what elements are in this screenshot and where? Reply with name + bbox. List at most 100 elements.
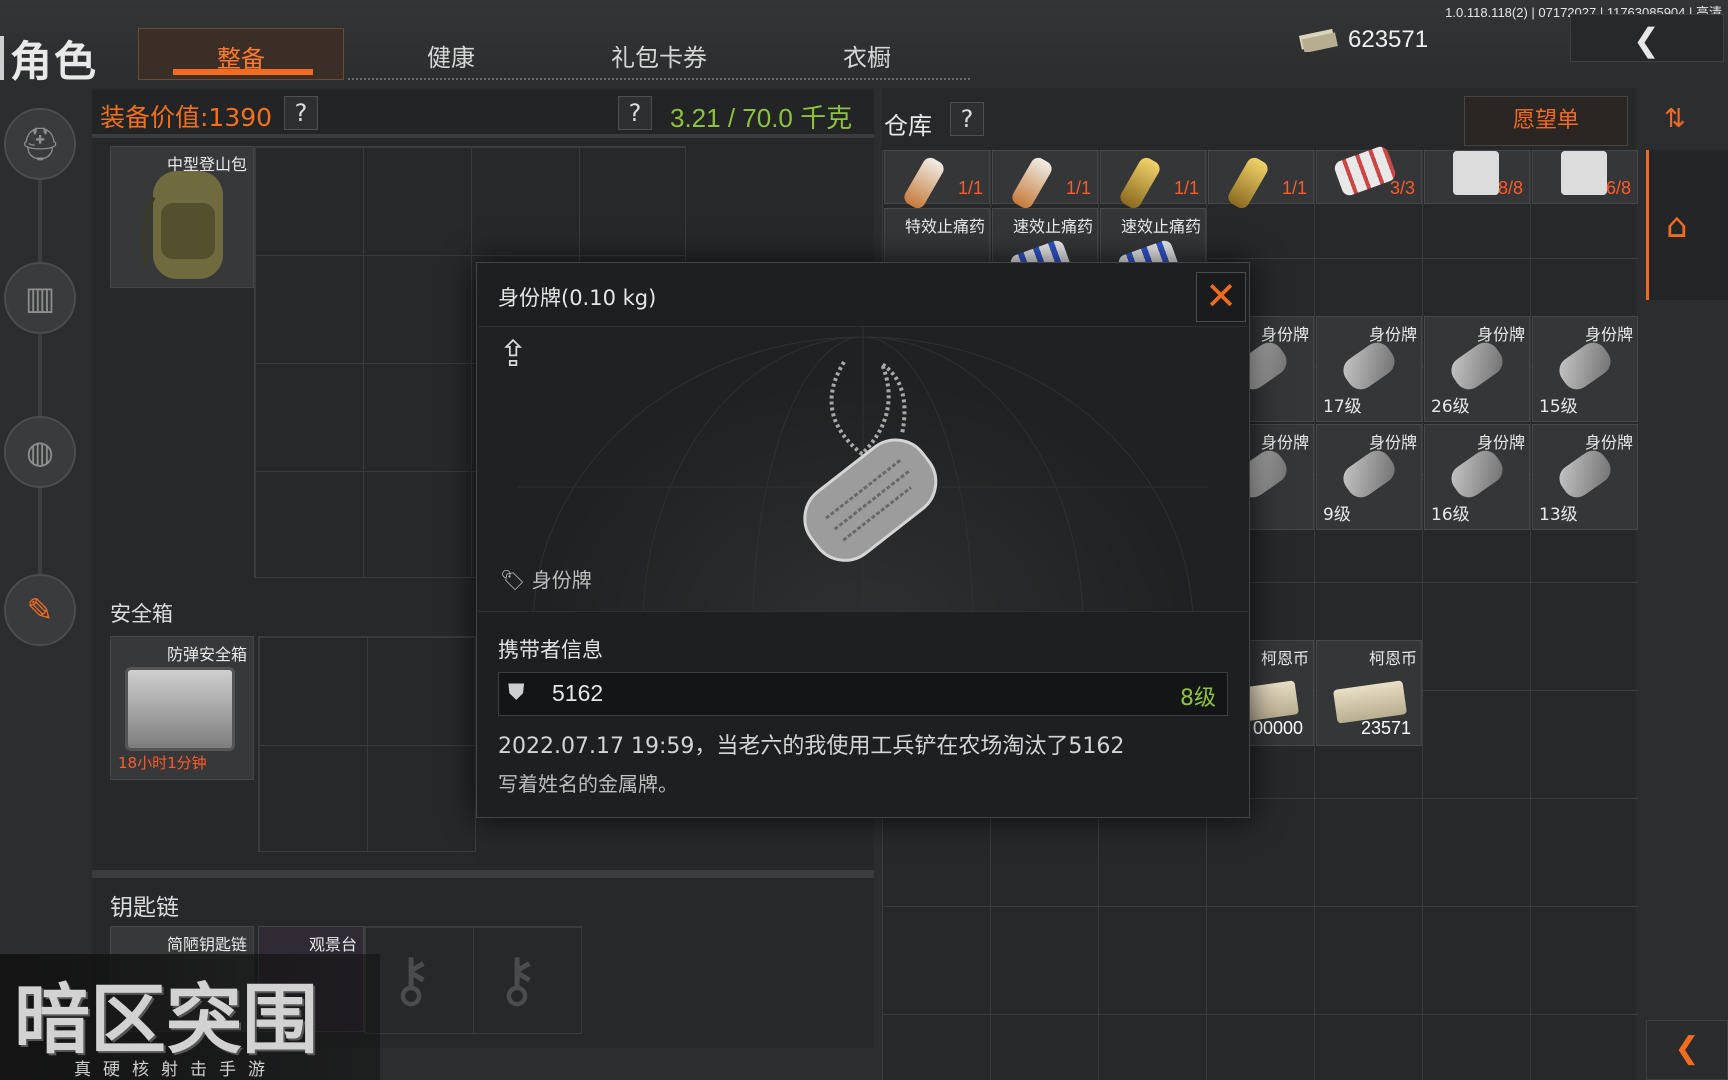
safe-box-grid[interactable] — [258, 636, 476, 852]
weight-help-button[interactable]: ? — [618, 96, 652, 130]
weight-readout: 3.21 / 70.0 千克 — [670, 103, 853, 133]
dogtag-image — [1337, 337, 1401, 395]
carrier-level: 8级 — [1180, 686, 1216, 711]
item-description: 写着姓名的金属牌。 — [498, 772, 678, 796]
cash-amount: 00000 — [1252, 718, 1303, 738]
key-icon: ⚷ — [495, 945, 539, 1015]
tab-wardrobe[interactable]: 衣橱 — [764, 28, 970, 80]
backpack-icon: ◍ — [26, 433, 54, 471]
collapse-button[interactable]: ❮ — [1646, 1020, 1728, 1080]
warehouse-title: 仓库 — [884, 112, 932, 140]
medkit-image — [1009, 154, 1055, 212]
backpack-image — [141, 171, 223, 279]
item-type-label: 身份牌 — [531, 568, 592, 592]
equipment-help-button[interactable]: ? — [284, 96, 318, 130]
warehouse-item[interactable]: 柯恩币 23571 — [1316, 640, 1422, 746]
tab-label: 衣橱 — [843, 44, 891, 72]
warehouse-item[interactable]: 1/1 — [884, 150, 990, 212]
stack-count: 3/3 — [1389, 178, 1415, 198]
keychain-heading: 钥匙链 — [110, 895, 179, 921]
stack-count: 6/8 — [1605, 178, 1631, 198]
back-arrow-icon: ❮ — [1633, 21, 1660, 59]
wishlist-button[interactable]: 愿望单 — [1464, 96, 1628, 146]
tag-icon: 🏷 — [500, 568, 532, 592]
tools-slot-button[interactable]: ✎ — [4, 574, 76, 646]
warehouse-item[interactable]: 身份牌 15级 — [1532, 316, 1638, 422]
warehouse-item[interactable]: 8/8 — [1424, 150, 1530, 204]
dogtag-image — [1553, 337, 1617, 395]
warehouse-item[interactable]: 3/3 — [1316, 144, 1422, 204]
item-name: 速效止痛药 — [1012, 217, 1093, 236]
home-icon[interactable]: ⌂ — [1666, 206, 1688, 246]
close-button[interactable]: ✕ — [1196, 272, 1246, 322]
dogtag-level: 13级 — [1539, 505, 1578, 525]
bottle-image — [1561, 151, 1607, 195]
warehouse-item[interactable]: 身份牌 16级 — [1424, 424, 1530, 530]
equipment-value: 装备价值:1390 — [100, 103, 273, 132]
section-divider — [92, 870, 874, 878]
vest-icon: ▥ — [24, 279, 56, 317]
title-accent-bar — [0, 36, 4, 80]
warehouse-item[interactable]: 6/8 — [1532, 150, 1638, 204]
tab-label: 健康 — [427, 44, 475, 72]
dogtag-level: 9级 — [1323, 505, 1351, 525]
carrier-info-row — [498, 672, 1228, 716]
item-name: 特效止痛药 — [904, 217, 985, 236]
vest-slot-button[interactable]: ▥ — [4, 262, 76, 334]
stack-count: 1/1 — [1065, 178, 1091, 198]
warehouse-item[interactable]: 身份牌 26级 — [1424, 316, 1530, 422]
stack-count: 8/8 — [1497, 178, 1523, 198]
key-icon: ⚷ — [389, 945, 433, 1015]
tab-prep[interactable]: 整备 — [138, 28, 344, 80]
warehouse-item[interactable]: 身份牌 9级 — [1316, 424, 1422, 530]
logo-title: 暗区突围 — [14, 975, 318, 1064]
item-name: 柯恩币 — [1368, 649, 1417, 668]
helmet-slot-button[interactable]: ⛑ — [4, 108, 76, 180]
warehouse-item[interactable]: 1/1 — [992, 150, 1098, 212]
item-type: 🏷 身份牌 — [500, 564, 592, 593]
page-title: 角色 — [10, 37, 99, 86]
safe-box-timer: 18小时1分钟 — [118, 754, 207, 772]
carrier-name: 5162 — [552, 680, 604, 706]
currency-value: 623571 — [1348, 26, 1429, 53]
dogtag-image — [803, 358, 938, 562]
dogtag-image — [1445, 337, 1509, 395]
medkit-image — [901, 154, 947, 212]
key-label: 观景台 — [308, 935, 357, 954]
share-icon[interactable]: ⇪ — [498, 334, 528, 375]
dogtag-image — [1337, 445, 1401, 503]
safe-box-label: 防弹安全箱 — [166, 645, 247, 664]
tab-health[interactable]: 健康 — [348, 28, 554, 80]
warehouse-item[interactable]: 1/1 — [1208, 150, 1314, 212]
warehouse-help-button[interactable]: ? — [950, 102, 984, 136]
rail-track — [38, 150, 42, 620]
safe-box-image — [125, 667, 235, 751]
injector-image — [1117, 154, 1163, 212]
shield-icon: ⛊ — [508, 680, 525, 705]
warehouse-item[interactable]: 身份牌 13级 — [1532, 424, 1638, 530]
tab-gift-vouchers[interactable]: 礼包卡券 — [556, 28, 762, 80]
sort-icon[interactable]: ⇅ — [1664, 104, 1686, 134]
dogtag-level: 26级 — [1431, 397, 1470, 417]
stack-count: 1/1 — [957, 178, 983, 198]
tab-label: 礼包卡券 — [611, 44, 707, 72]
close-icon: ✕ — [1205, 274, 1237, 318]
chevron-left-icon: ❮ — [1674, 1031, 1700, 1066]
keychain-label: 简陋钥匙链 — [166, 935, 247, 954]
backpack-slot[interactable]: 中型登山包 — [110, 146, 254, 288]
item-name: 柯恩币 — [1260, 649, 1309, 668]
back-button[interactable]: ❮ — [1570, 14, 1724, 62]
dogtag-level: 17级 — [1323, 397, 1362, 417]
tab-label: 整备 — [217, 45, 265, 73]
warehouse-item[interactable]: 1/1 — [1100, 150, 1206, 212]
kill-record: 2022.07.17 19:59，当老六的我使用工兵铲在农场淘汰了5162 — [498, 734, 1125, 759]
pills-image — [1332, 144, 1398, 198]
safe-box-heading: 安全箱 — [110, 602, 173, 626]
warehouse-item[interactable]: 身份牌 17级 — [1316, 316, 1422, 422]
injector-image — [1225, 154, 1271, 212]
dogtag-image — [1553, 445, 1617, 503]
backpack-slot-button[interactable]: ◍ — [4, 416, 76, 488]
stack-count: 1/1 — [1173, 178, 1199, 198]
key-grid[interactable]: ⚷ ⚷ — [364, 926, 582, 1034]
dogtag-level: 16级 — [1431, 505, 1470, 525]
